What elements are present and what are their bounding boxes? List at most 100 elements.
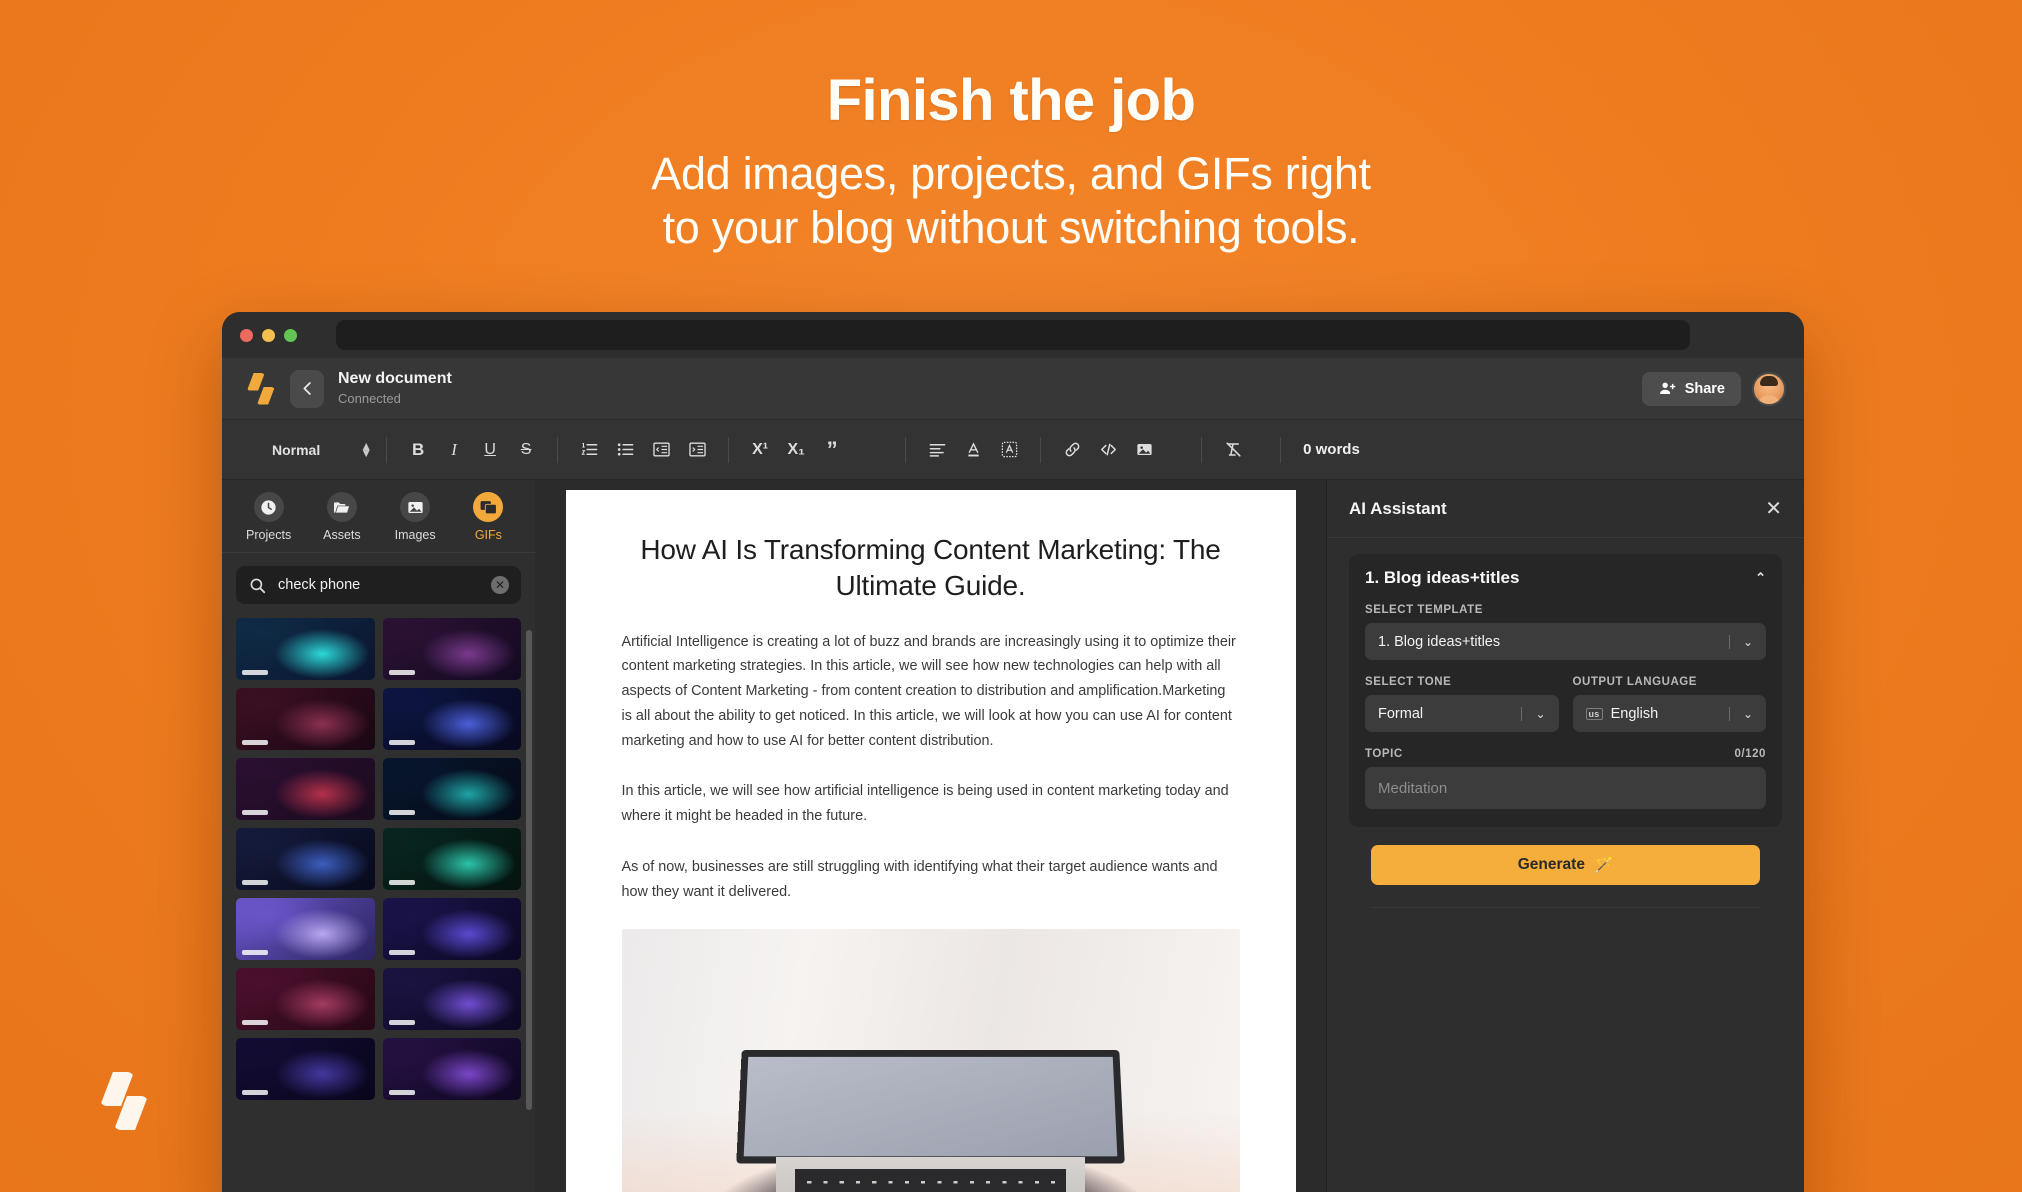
gif-result-thumbnail[interactable] xyxy=(382,968,521,1030)
assets-tab-gifs[interactable]: GIFs xyxy=(457,492,519,542)
bullet-list-icon xyxy=(617,443,634,456)
clear-search-icon[interactable]: ✕ xyxy=(491,576,509,594)
document-heading: How AI Is Transforming Content Marketing… xyxy=(640,534,1221,601)
ai-panel-header: AI Assistant ✕ xyxy=(1327,480,1804,538)
gif-result-thumbnail[interactable] xyxy=(382,898,521,960)
tone-field-label: SELECT TONE xyxy=(1365,676,1452,688)
text-color-icon xyxy=(967,442,979,457)
language-field-label: OUTPUT LANGUAGE xyxy=(1572,676,1698,688)
generate-button[interactable]: Generate 🪄 xyxy=(1371,845,1760,885)
ai-panel-divider xyxy=(1371,907,1760,908)
hero-section: Finish the job Add images, projects, and… xyxy=(0,70,2022,254)
indent-button[interactable] xyxy=(682,435,712,465)
image-icon xyxy=(1137,443,1152,456)
gif-result-thumbnail[interactable] xyxy=(382,828,521,890)
url-bar[interactable] xyxy=(336,320,1690,350)
template-select[interactable]: 1. Blog ideas+titles ⌄ xyxy=(1365,623,1766,660)
share-button[interactable]: Share xyxy=(1641,371,1741,406)
document-area: How AI Is Transforming Content Marketing… xyxy=(535,480,1326,1192)
close-window-icon[interactable] xyxy=(240,328,253,342)
assets-tab-assets[interactable]: Assets xyxy=(311,492,373,542)
ordered-list-button[interactable] xyxy=(574,435,604,465)
strikethrough-button[interactable]: S xyxy=(511,435,541,465)
language-select-value: English xyxy=(1610,705,1659,722)
gif-result-thumbnail[interactable] xyxy=(236,828,375,890)
app-body: Projects Assets Images GIFs check phone … xyxy=(222,480,1804,1192)
topic-input[interactable] xyxy=(1378,779,1753,797)
close-icon[interactable]: ✕ xyxy=(1765,499,1782,519)
superscript-button[interactable]: X¹ xyxy=(745,435,775,465)
outdent-button[interactable] xyxy=(646,435,676,465)
gif-result-thumbnail[interactable] xyxy=(236,618,375,680)
ordered-list-icon xyxy=(581,443,598,456)
gif-result-thumbnail[interactable] xyxy=(382,1038,521,1100)
gif-results-grid xyxy=(222,614,535,1192)
document-title-block[interactable]: New document Connected xyxy=(338,369,452,407)
insert-image-button[interactable] xyxy=(1129,435,1159,465)
tone-select[interactable]: Formal ⌄ xyxy=(1365,695,1559,732)
document-paragraph: As of now, businesses are still struggli… xyxy=(621,859,1218,900)
magic-wand-icon: 🪄 xyxy=(1593,856,1614,874)
paragraph-style-value: Normal xyxy=(272,441,321,458)
assets-tab-projects[interactable]: Projects xyxy=(238,492,300,542)
page-subtitle: Add images, projects, and GIFs right to … xyxy=(0,147,2022,253)
assets-search-row: ✕ xyxy=(222,553,535,614)
search-icon xyxy=(250,578,266,593)
italic-button[interactable]: I xyxy=(439,435,469,465)
gif-search-box[interactable]: ✕ xyxy=(236,566,521,604)
chevron-up-icon[interactable]: ⌃ xyxy=(1755,570,1766,586)
document-page[interactable]: How AI Is Transforming Content Marketing… xyxy=(565,490,1296,1192)
gif-result-thumbnail[interactable] xyxy=(236,1038,375,1100)
ai-panel-body: 1. Blog ideas+titles ⌃ SELECT TEMPLATE 1… xyxy=(1327,538,1804,908)
app-header: New document Connected Share xyxy=(222,358,1804,420)
assets-tab-images[interactable]: Images xyxy=(384,492,446,542)
blockquote-button[interactable]: ” xyxy=(817,435,847,465)
ai-card-header[interactable]: 1. Blog ideas+titles ⌃ xyxy=(1365,568,1766,588)
assets-tab-label: Images xyxy=(394,528,436,542)
gif-result-thumbnail[interactable] xyxy=(382,758,521,820)
list-group xyxy=(558,435,728,465)
gif-result-thumbnail[interactable] xyxy=(236,898,375,960)
topic-input-wrapper[interactable] xyxy=(1365,767,1766,809)
ai-card-title: 1. Blog ideas+titles xyxy=(1365,568,1520,587)
back-button[interactable] xyxy=(290,369,324,408)
language-select[interactable]: us English ⌄ xyxy=(1572,695,1766,732)
text-color-button[interactable] xyxy=(958,435,988,465)
code-block-button[interactable] xyxy=(1093,435,1123,465)
assets-tab-label: GIFs xyxy=(474,528,502,542)
person-add-icon xyxy=(1659,382,1676,395)
link-button[interactable] xyxy=(1057,435,1087,465)
underline-button[interactable]: U xyxy=(475,435,505,465)
paragraph-style-select[interactable]: Normal ▲ ▼ xyxy=(230,440,386,459)
assets-panel: Projects Assets Images GIFs check phone … xyxy=(222,480,535,1192)
gif-result-thumbnail[interactable] xyxy=(236,758,375,820)
link-icon xyxy=(1065,442,1080,457)
bullet-list-button[interactable] xyxy=(610,435,640,465)
folder-icon xyxy=(326,492,357,522)
clear-formatting-button[interactable] xyxy=(1218,435,1248,465)
gif-result-thumbnail[interactable] xyxy=(382,688,521,750)
indent-icon xyxy=(688,442,706,457)
app-window: New document Connected Share Normal ▲ ▼ B… xyxy=(222,312,1804,1192)
subscript-button[interactable]: X₁ xyxy=(781,435,811,465)
topic-field-label: TOPIC xyxy=(1365,748,1403,760)
assets-panel-scrollbar[interactable] xyxy=(526,630,532,1110)
user-avatar[interactable] xyxy=(1752,371,1786,406)
page-subtitle-line-2: to your blog without switching tools. xyxy=(662,201,1360,253)
page-subtitle-line-1: Add images, projects, and GIFs right xyxy=(651,148,1371,200)
outdent-icon xyxy=(652,442,670,457)
logo-shape-bottom xyxy=(257,386,275,405)
gif-result-thumbnail[interactable] xyxy=(236,688,375,750)
document-embedded-image[interactable] xyxy=(621,928,1240,1192)
gif-search-input[interactable] xyxy=(278,577,480,593)
gif-result-thumbnail[interactable] xyxy=(382,618,521,680)
clear-formatting-icon xyxy=(1226,442,1241,457)
align-button[interactable] xyxy=(922,435,952,465)
minimize-window-icon[interactable] xyxy=(262,328,275,342)
maximize-window-icon[interactable] xyxy=(284,328,297,342)
bold-button[interactable]: B xyxy=(403,435,433,465)
ai-template-card: 1. Blog ideas+titles ⌃ SELECT TEMPLATE 1… xyxy=(1349,554,1782,827)
highlight-color-button[interactable] xyxy=(994,435,1024,465)
gif-result-thumbnail[interactable] xyxy=(236,968,375,1030)
assets-tab-label: Assets xyxy=(323,528,361,542)
